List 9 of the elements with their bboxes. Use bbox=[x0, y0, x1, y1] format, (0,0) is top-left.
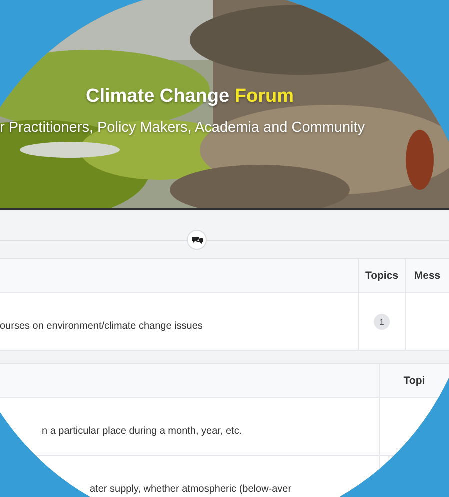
column-header: Topics bbox=[358, 259, 405, 293]
forum-description: ourses on environment/climate change issues bbox=[0, 320, 203, 332]
forum-subtitle: r Practitioners, Policy Makers, Academia and Community bbox=[0, 120, 366, 136]
forum-title: Climate Change Forum bbox=[86, 86, 294, 108]
forum-description: ater supply, whether atmospheric (below-aver bbox=[90, 483, 292, 495]
forum-description: n a particular place during a month, year, etc. bbox=[42, 425, 242, 437]
column-header: Topi bbox=[379, 364, 449, 398]
column-header: Mess bbox=[405, 259, 449, 293]
topic-count: 1 bbox=[374, 314, 390, 330]
